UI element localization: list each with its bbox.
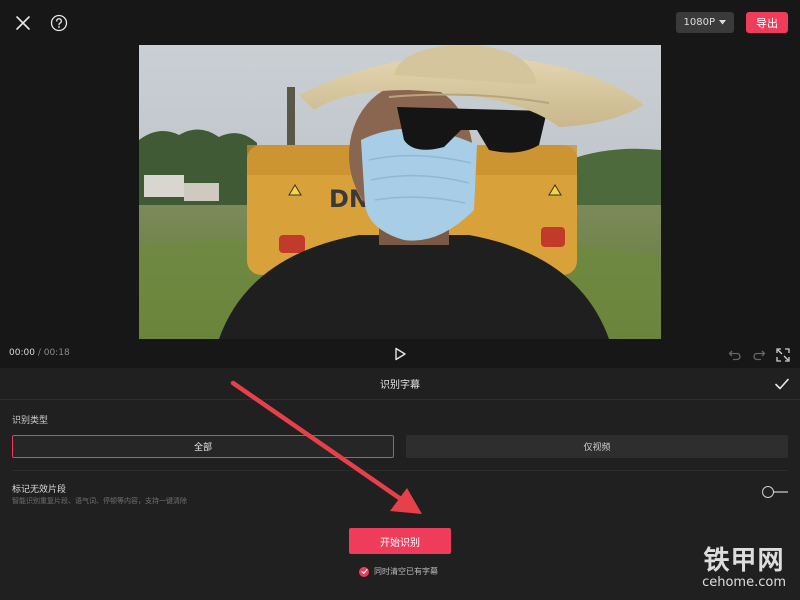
top-right-controls: 1080P 导出 <box>675 12 788 33</box>
video-preview[interactable]: DNG <box>139 45 661 339</box>
toggle-knob <box>762 486 774 498</box>
undo-icon[interactable] <box>728 347 742 366</box>
divider <box>12 470 788 471</box>
clear-existing-option[interactable]: 同时清空已有字幕 <box>359 566 438 577</box>
toggle-track <box>772 491 788 493</box>
mark-invalid-description: 智能识别重复片段、语气词、停顿等内容，支持一键清除 <box>12 497 187 505</box>
mark-invalid-title: 标记无效片段 <box>12 485 67 495</box>
clear-existing-label: 同时清空已有字幕 <box>374 567 438 576</box>
subtitle-recognition-panel: 识别字幕 识别类型 全部 仅视频 标记无效片段 智能识别重复片段、语气词、停顿等… <box>0 368 800 600</box>
option-all[interactable]: 全部 <box>12 435 394 458</box>
close-icon[interactable] <box>12 12 34 34</box>
watermark-en: cehome.com <box>702 575 786 590</box>
panel-header: 识别字幕 <box>0 368 800 400</box>
playback-time: 00:00 / 00:18 <box>9 348 70 358</box>
play-icon[interactable] <box>393 346 407 361</box>
watermark-logo: 铁甲网 cehome.com <box>702 540 786 590</box>
edit-controls <box>728 347 790 366</box>
resolution-label: 1080P <box>683 17 715 28</box>
fullscreen-icon[interactable] <box>776 347 790 366</box>
resolution-dropdown[interactable]: 1080P <box>675 12 734 33</box>
caret-down-icon <box>719 17 726 28</box>
redo-icon[interactable] <box>752 347 766 366</box>
option-video-only[interactable]: 仅视频 <box>406 435 788 458</box>
watermark-cn: 铁甲网 <box>703 546 785 576</box>
video-frame-image: DNG <box>139 45 661 339</box>
time-separator: / <box>37 348 41 358</box>
start-recognition-button[interactable]: 开始识别 <box>349 528 451 554</box>
option-all-label: 全部 <box>193 443 212 453</box>
check-circle-icon[interactable] <box>359 566 369 577</box>
option-video-only-label: 仅视频 <box>583 443 611 453</box>
mark-invalid-toggle[interactable] <box>762 486 788 498</box>
total-time: 00:18 <box>43 348 70 358</box>
help-icon[interactable] <box>48 12 70 34</box>
current-time: 00:00 <box>9 348 35 358</box>
checkmark-icon[interactable] <box>774 376 790 392</box>
panel-title: 识别字幕 <box>380 380 420 391</box>
editor-screen: 1080P 导出 DNG 00:00 / 00:18 识别字幕 识别类型 全部 … <box>0 0 800 600</box>
top-left-controls <box>12 12 70 34</box>
recognition-type-label: 识别类型 <box>12 416 49 426</box>
export-button[interactable]: 导出 <box>746 12 788 33</box>
